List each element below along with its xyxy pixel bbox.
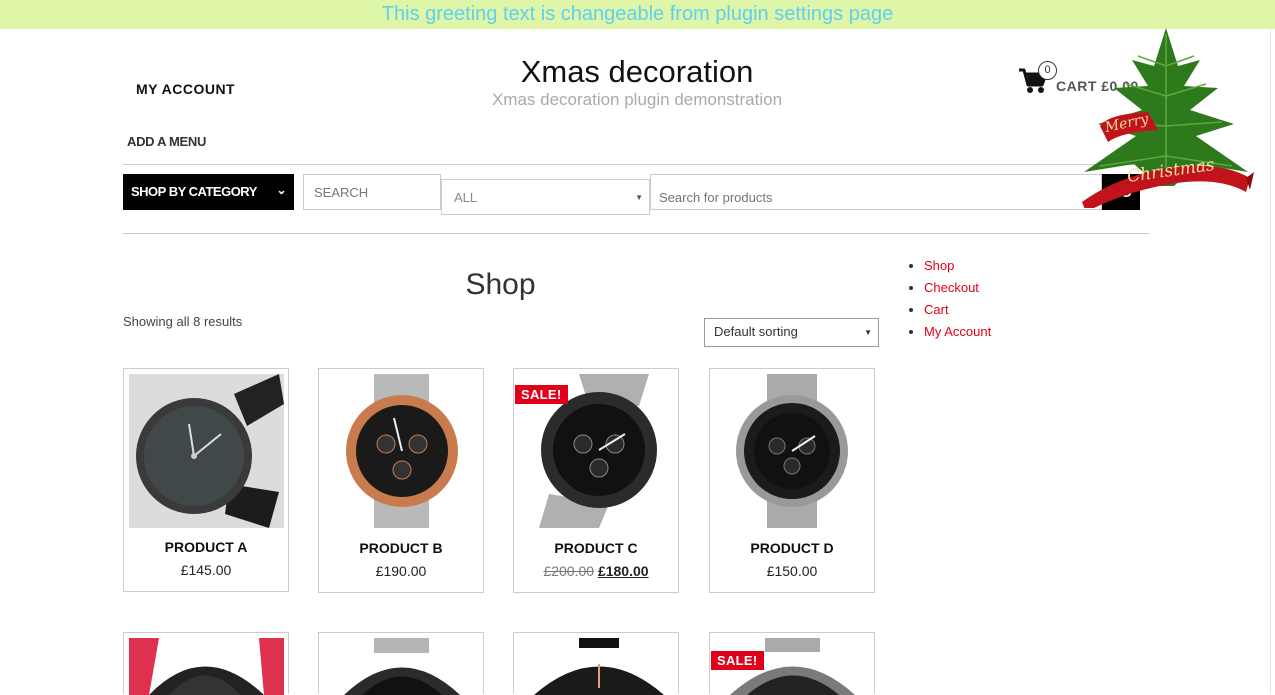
product-price: £145.00 (180, 562, 232, 578)
product-card[interactable] (513, 632, 679, 695)
select-arrow-icon: ▼ (864, 328, 872, 337)
sidebar-item-checkout[interactable]: Checkout (924, 277, 991, 299)
product-name[interactable]: PRODUCT C (514, 540, 678, 556)
site-title[interactable]: Xmas decoration (400, 54, 874, 90)
sidebar-link-label[interactable]: Cart (924, 302, 949, 317)
product-card[interactable]: PRODUCT B £190.00 (318, 368, 484, 593)
sale-badge: SALE! (711, 651, 764, 670)
result-count: Showing all 8 results (123, 314, 243, 329)
product-card[interactable]: SALE! (709, 632, 875, 695)
greeting-text: This greeting text is changeable from pl… (381, 3, 894, 25)
product-name[interactable]: PRODUCT B (319, 540, 483, 556)
christmas-tree-decoration: Merry Christmas (1082, 28, 1254, 208)
product-name[interactable]: PRODUCT D (710, 540, 874, 556)
sidebar-item-my-account[interactable]: My Account (924, 321, 991, 343)
sidebar-link-label[interactable]: My Account (924, 324, 991, 339)
sidebar-link-label[interactable]: Shop (924, 258, 954, 273)
product-price: £200.00 £180.00 (514, 563, 678, 579)
product-image (344, 638, 460, 695)
product-card[interactable] (318, 632, 484, 695)
product-image (324, 374, 479, 528)
site-tagline: Xmas decoration plugin demonstration (491, 90, 783, 109)
select-arrow-icon: ▼ (635, 193, 643, 202)
product-name[interactable]: PRODUCT A (124, 539, 288, 555)
product-old-price: £200.00 (543, 563, 595, 579)
sidebar-pages-list: Shop Checkout Cart My Account (910, 255, 991, 343)
shop-by-category-label: SHOP BY CATEGORY (131, 184, 257, 199)
search-label: SEARCH (303, 174, 441, 210)
header-divider (123, 164, 1140, 165)
product-image (129, 638, 284, 695)
search-category-value: ALL (454, 190, 478, 205)
product-card[interactable]: SALE! PRODUCT C £200.00 £180.00 (513, 368, 679, 593)
sale-badge: SALE! (515, 385, 568, 404)
sidebar-item-shop[interactable]: Shop (924, 255, 991, 277)
shop-by-category-button[interactable]: SHOP BY CATEGORY ⌄ (123, 174, 294, 210)
product-card[interactable]: PRODUCT D £150.00 (709, 368, 875, 593)
sidebar-item-cart[interactable]: Cart (924, 299, 991, 321)
sorting-select[interactable]: Default sorting ▼ (704, 318, 879, 347)
product-card[interactable]: PRODUCT A £145.00 (123, 368, 289, 592)
page-title: Shop (465, 268, 536, 301)
product-image (534, 638, 664, 695)
my-account-link[interactable]: MY ACCOUNT (136, 81, 235, 97)
product-sale-price: £180.00 (597, 563, 649, 579)
product-image (129, 374, 284, 528)
search-category-select[interactable]: ALL ▼ (441, 179, 650, 215)
product-price: £150.00 (766, 563, 818, 579)
product-price: £190.00 (375, 563, 427, 579)
sorting-value: Default sorting (714, 324, 798, 339)
cart-count-badge: 0 (1038, 61, 1057, 80)
add-menu-link[interactable]: ADD A MENU (127, 134, 206, 149)
search-divider (123, 233, 1149, 234)
product-image (715, 374, 870, 528)
product-search-input[interactable] (650, 174, 1102, 210)
page-right-border (1270, 29, 1271, 694)
sidebar-link-label[interactable]: Checkout (924, 280, 979, 295)
product-card[interactable] (123, 632, 289, 695)
chevron-down-icon: ⌄ (276, 183, 286, 197)
